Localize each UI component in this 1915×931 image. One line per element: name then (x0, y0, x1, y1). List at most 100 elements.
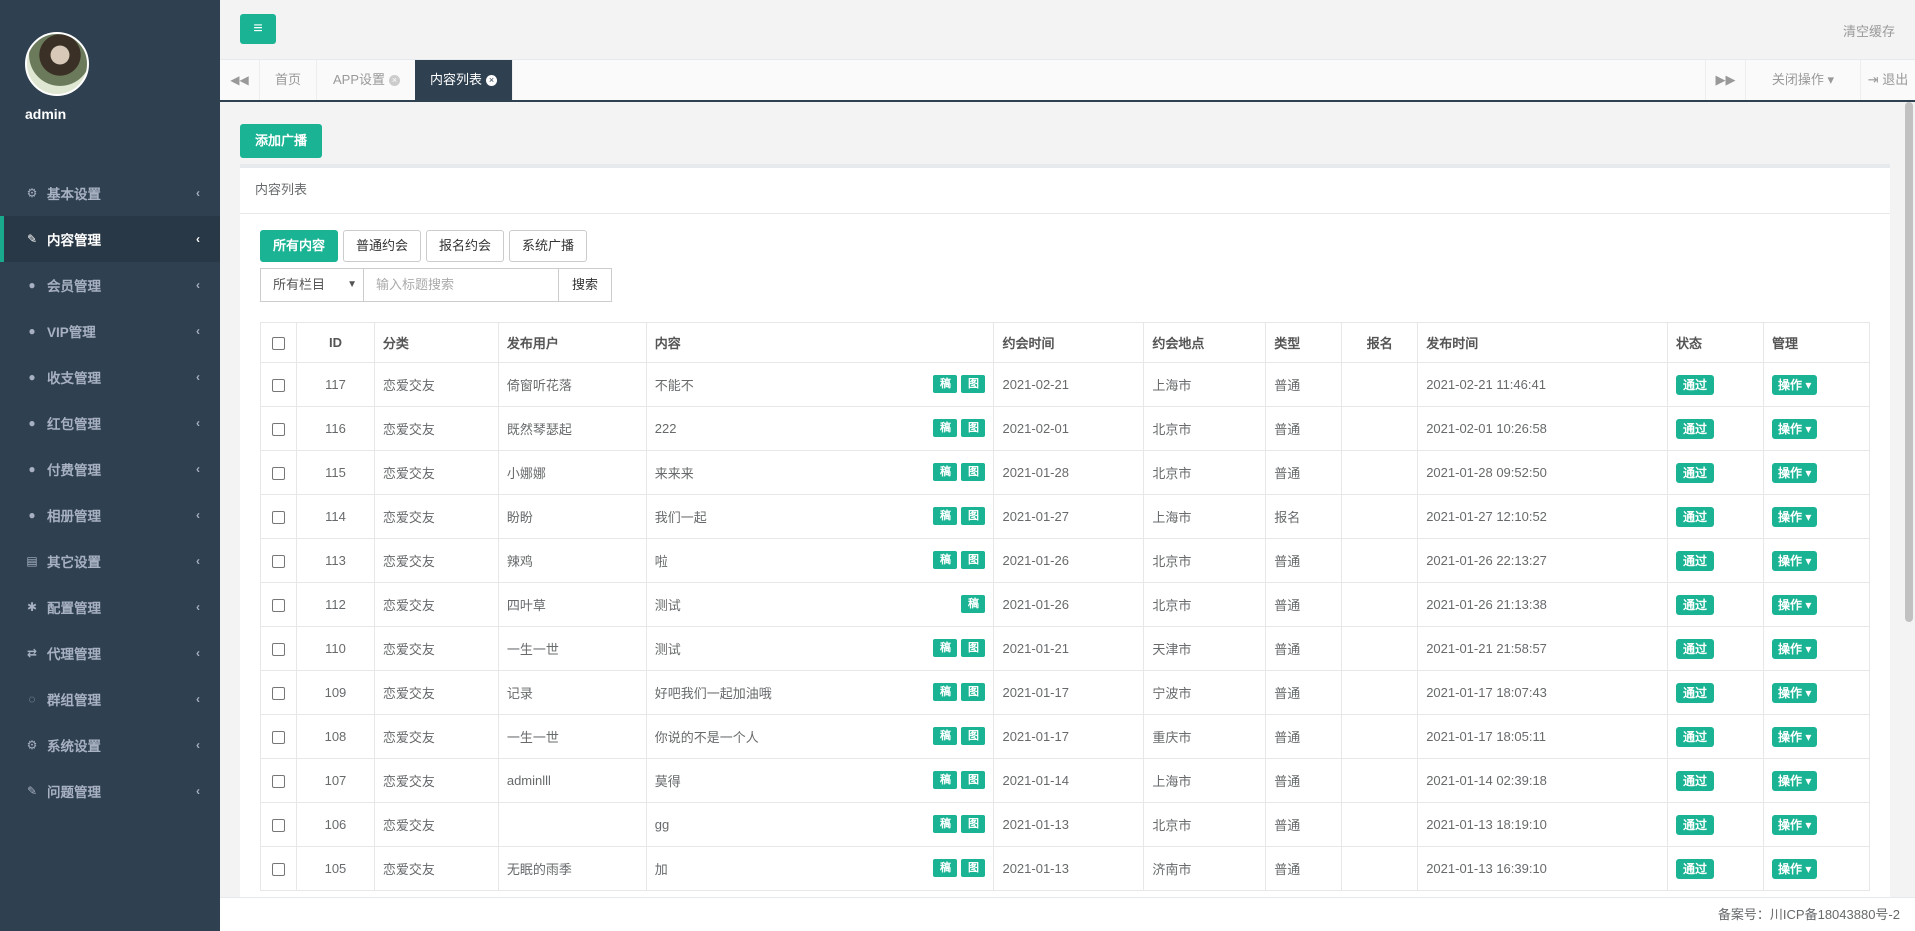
row-checkbox[interactable] (271, 379, 285, 393)
filter-button-1[interactable]: 普通约会 (343, 230, 422, 262)
draft-badge[interactable]: 稿 (933, 771, 958, 789)
logout-button[interactable]: ⇥ 退出 (1860, 60, 1915, 100)
operation-dropdown-button[interactable]: 操作 ▾ (1771, 594, 1818, 615)
operation-dropdown-button[interactable]: 操作 ▾ (1771, 462, 1818, 483)
status-badge[interactable]: 通过 (1676, 594, 1715, 615)
close-operations-dropdown[interactable]: 关闭操作 ▾ (1745, 60, 1860, 100)
image-badge[interactable]: 图 (961, 771, 986, 789)
sidebar-item-6[interactable]: ● 付费管理 ‹ (0, 446, 220, 492)
status-badge[interactable]: 通过 (1676, 506, 1715, 527)
header-category: 分类 (373, 322, 499, 363)
draft-badge[interactable]: 稿 (933, 727, 958, 745)
sidebar-item-12[interactable]: ⚙ 系统设置 ‹ (0, 722, 220, 768)
image-badge[interactable]: 图 (961, 507, 986, 525)
cell-user (497, 802, 647, 847)
operation-dropdown-button[interactable]: 操作 ▾ (1771, 506, 1818, 527)
row-checkbox[interactable] (271, 775, 285, 789)
search-button[interactable]: 搜索 (559, 268, 612, 302)
page-scrollbar[interactable] (1905, 102, 1913, 622)
row-checkbox[interactable] (271, 731, 285, 745)
menu-toggle-button[interactable]: ≡ (240, 14, 276, 44)
operation-dropdown-button[interactable]: 操作 ▾ (1771, 726, 1818, 747)
status-badge[interactable]: 通过 (1676, 858, 1715, 879)
select-all-checkbox[interactable] (271, 337, 285, 351)
row-checkbox[interactable] (271, 555, 285, 569)
tab-scroll-left-button[interactable]: ◀◀ (220, 60, 260, 100)
operation-dropdown-button[interactable]: 操作 ▾ (1771, 858, 1818, 879)
operation-dropdown-button[interactable]: 操作 ▾ (1771, 418, 1818, 439)
image-badge[interactable]: 图 (961, 683, 986, 701)
operation-dropdown-button[interactable]: 操作 ▾ (1771, 770, 1818, 791)
tab-scroll-right-button[interactable]: ▶▶ (1705, 60, 1745, 100)
sidebar-item-8[interactable]: ▤ 其它设置 ‹ (0, 538, 220, 584)
sidebar-item-0[interactable]: ⚙ 基本设置 ‹ (0, 170, 220, 216)
row-checkbox[interactable] (271, 467, 285, 481)
cell-signup (1341, 802, 1419, 847)
draft-badge[interactable]: 稿 (933, 375, 958, 393)
operation-dropdown-button[interactable]: 操作 ▾ (1771, 814, 1818, 835)
draft-badge[interactable]: 稿 (933, 683, 958, 701)
draft-badge[interactable]: 稿 (933, 551, 958, 569)
image-badge[interactable]: 稿 (961, 595, 986, 613)
draft-badge[interactable]: 稿 (933, 815, 958, 833)
draft-badge[interactable]: 稿 (933, 463, 958, 481)
tab-home[interactable]: 首页 (260, 60, 318, 100)
clear-cache-link[interactable]: 清空缓存 (1843, 21, 1895, 40)
status-badge[interactable]: 通过 (1676, 638, 1715, 659)
status-badge[interactable]: 通过 (1676, 726, 1715, 747)
status-badge[interactable]: 通过 (1676, 814, 1715, 835)
operation-dropdown-button[interactable]: 操作 ▾ (1771, 550, 1818, 571)
add-broadcast-button[interactable]: 添加广播 (240, 124, 322, 158)
row-checkbox[interactable] (271, 511, 285, 525)
draft-badge[interactable]: 稿 (933, 507, 958, 525)
filter-button-3[interactable]: 系统广播 (509, 230, 588, 262)
sidebar-item-2[interactable]: ● 会员管理 ‹ (0, 262, 220, 308)
image-badge[interactable]: 图 (961, 727, 986, 745)
row-checkbox[interactable] (271, 863, 285, 877)
image-badge[interactable]: 图 (961, 375, 986, 393)
profile-name[interactable]: admin (25, 106, 220, 122)
image-badge[interactable]: 图 (961, 639, 986, 657)
row-checkbox[interactable] (271, 819, 285, 833)
image-badge[interactable]: 图 (961, 463, 986, 481)
image-badge[interactable]: 图 (961, 419, 986, 437)
tab-app-settings[interactable]: APP设置 × (318, 60, 417, 100)
cell-content: 我们一起稿图 (645, 494, 995, 539)
image-badge[interactable]: 图 (961, 551, 986, 569)
sidebar-item-7[interactable]: ● 相册管理 ‹ (0, 492, 220, 538)
filter-button-0[interactable]: 所有内容 (260, 230, 339, 262)
sidebar-item-13[interactable]: ✎ 问题管理 ‹ (0, 768, 220, 814)
status-badge[interactable]: 通过 (1676, 374, 1715, 395)
search-input[interactable]: 输入标题搜索 (364, 268, 559, 302)
row-checkbox[interactable] (271, 599, 285, 613)
operation-dropdown-button[interactable]: 操作 ▾ (1771, 638, 1818, 659)
draft-badge[interactable]: 稿 (933, 419, 958, 437)
filter-button-2[interactable]: 报名约会 (426, 230, 505, 262)
row-checkbox[interactable] (271, 423, 285, 437)
sidebar-item-5[interactable]: ● 红包管理 ‹ (0, 400, 220, 446)
close-icon[interactable]: × (389, 75, 401, 87)
status-badge[interactable]: 通过 (1676, 462, 1715, 483)
status-badge[interactable]: 通过 (1676, 418, 1715, 439)
image-badge[interactable]: 图 (961, 815, 986, 833)
avatar[interactable] (25, 32, 89, 96)
sidebar-item-10[interactable]: ⇄ 代理管理 ‹ (0, 630, 220, 676)
sidebar-item-9[interactable]: ✱ 配置管理 ‹ (0, 584, 220, 630)
sidebar-item-1[interactable]: ✎ 内容管理 ‹ (0, 216, 220, 262)
sidebar-item-4[interactable]: ● 收支管理 ‹ (0, 354, 220, 400)
category-select[interactable]: 所有栏目 ▼ (260, 268, 364, 302)
row-checkbox[interactable] (271, 687, 285, 701)
sidebar-item-11[interactable]: ◌ 群组管理 ‹ (0, 676, 220, 722)
sidebar-item-3[interactable]: ● VIP管理 ‹ (0, 308, 220, 354)
close-icon[interactable]: × (486, 75, 498, 87)
draft-badge[interactable]: 稿 (933, 639, 958, 657)
status-badge[interactable]: 通过 (1676, 550, 1715, 571)
image-badge[interactable]: 图 (961, 859, 986, 877)
operation-dropdown-button[interactable]: 操作 ▾ (1771, 374, 1818, 395)
status-badge[interactable]: 通过 (1676, 770, 1715, 791)
tab-content-list[interactable]: 内容列表 × (415, 60, 514, 100)
draft-badge[interactable]: 稿 (933, 859, 958, 877)
row-checkbox[interactable] (271, 643, 285, 657)
status-badge[interactable]: 通过 (1676, 682, 1715, 703)
operation-dropdown-button[interactable]: 操作 ▾ (1771, 682, 1818, 703)
